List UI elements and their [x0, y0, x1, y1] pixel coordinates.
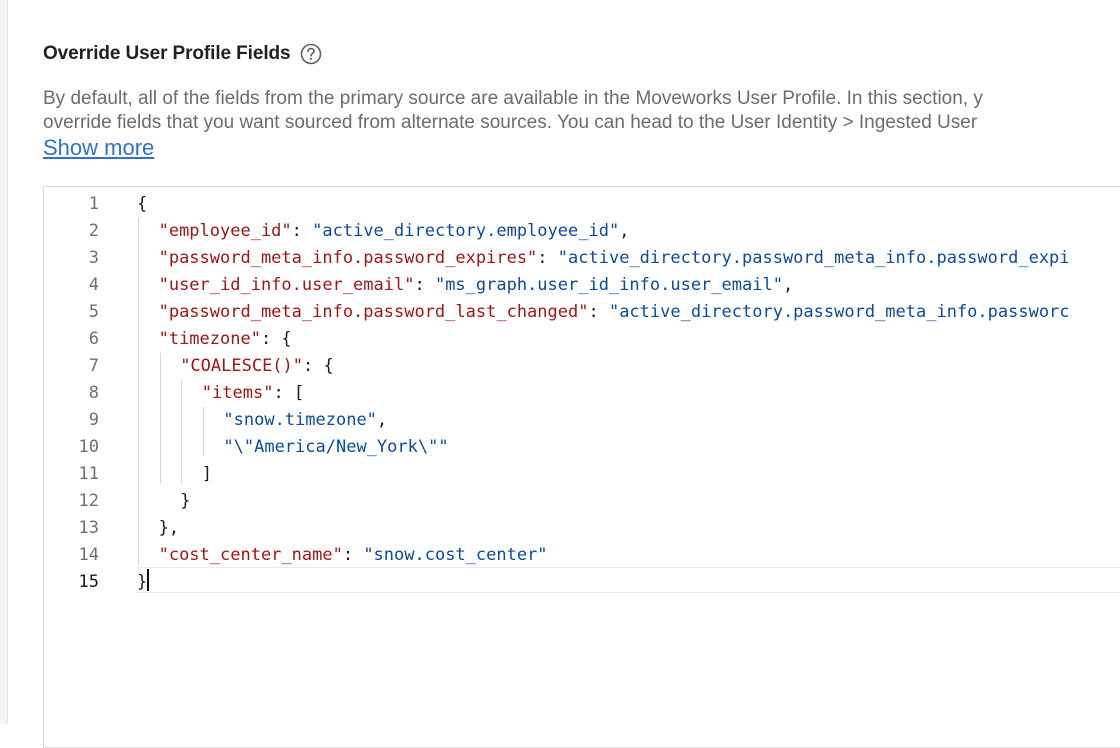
code-content: } — [137, 569, 147, 596]
json-string-token: "ms_graph.user_id_info.user_email" — [434, 275, 783, 295]
json-key-token: "COALESCE()" — [180, 356, 304, 376]
code-line[interactable]: 13}, — [44, 515, 1120, 542]
code-line[interactable]: 9 "snow.timezone", — [44, 407, 1120, 434]
code-line[interactable]: 6 "timezone": { — [44, 326, 1120, 353]
json-key-token: "items" — [201, 383, 274, 403]
code-line[interactable]: 1{ — [44, 191, 1120, 218]
code-line[interactable]: 3 "password_meta_info.password_expires": … — [44, 245, 1120, 272]
line-number: 10 — [78, 437, 99, 457]
line-number: 1 — [88, 194, 99, 214]
json-punctuation-token: : { — [260, 329, 292, 349]
code-content: "items": [ — [202, 380, 304, 407]
code-line[interactable]: 5 "password_meta_info.password_last_chang… — [44, 299, 1120, 326]
section-description: By default, all of the fields from the p… — [43, 87, 1120, 135]
question-circle-icon[interactable] — [300, 43, 322, 65]
json-punctuation-token: ] — [201, 464, 213, 484]
json-string-token: "active_directory.password_meta_info.pas… — [608, 302, 1070, 322]
line-number: 5 — [88, 302, 99, 322]
description-line-1: By default, all of the fields from the p… — [43, 88, 983, 109]
line-number: 12 — [78, 491, 99, 511]
code-content: ] — [202, 461, 212, 488]
code-content: "employee_id": "active_directory.employe… — [159, 218, 630, 245]
json-punctuation-token: : [ — [273, 383, 305, 403]
json-punctuation-token: } — [180, 491, 191, 511]
code-line[interactable]: 15} — [44, 569, 1120, 596]
json-punctuation-token: : — [414, 275, 435, 295]
section-title: Override User Profile Fields — [43, 43, 291, 64]
json-punctuation-token: , — [619, 221, 630, 241]
show-more-link[interactable]: Show more — [43, 134, 154, 162]
code-line[interactable]: 14 "cost_center_name": "snow.cost_center" — [44, 542, 1120, 569]
json-key-token: "timezone" — [158, 329, 261, 349]
code-content: } — [180, 488, 190, 515]
code-content: "password_meta_info.password_expires": "… — [159, 245, 1070, 272]
code-content: }, — [159, 515, 179, 542]
json-punctuation-token: } — [137, 572, 148, 592]
code-line[interactable]: 4 "user_id_info.user_email": "ms_graph.us… — [44, 272, 1120, 299]
code-line[interactable]: 2 "employee_id": "active_directory.employ… — [44, 218, 1120, 245]
code-content: "\"America/New_York\"" — [223, 434, 448, 461]
json-key-token: "user_id_info.user_email" — [158, 275, 415, 295]
line-number: 8 — [88, 383, 99, 403]
left-sidebar-edge — [0, 0, 8, 724]
code-line[interactable]: 8 "items": [ — [44, 380, 1120, 407]
line-number: 4 — [88, 275, 99, 295]
json-code-editor[interactable]: 1{2 "employee_id": "active_directory.empl… — [43, 186, 1120, 748]
json-punctuation-token: : — [291, 221, 313, 241]
json-punctuation-token: : — [342, 545, 364, 565]
override-user-profile-section: Override User Profile Fields By default,… — [43, 0, 1120, 748]
code-content: "cost_center_name": "snow.cost_center" — [159, 542, 548, 569]
line-number: 9 — [88, 410, 99, 430]
json-string-token: "snow.timezone" — [223, 410, 377, 430]
json-punctuation-token: : { — [303, 356, 334, 376]
section-header: Override User Profile Fields — [43, 43, 322, 65]
json-string-token: "active_directory.employee_id" — [312, 221, 620, 241]
code-content: "COALESCE()": { — [180, 353, 334, 380]
json-string-token: "snow.cost_center" — [363, 545, 548, 565]
code-line[interactable]: 12} — [44, 488, 1120, 515]
code-content: "user_id_info.user_email": "ms_graph.use… — [159, 272, 794, 299]
line-number: 11 — [78, 464, 99, 484]
json-punctuation-token: : — [537, 248, 558, 268]
code-content: { — [137, 191, 147, 218]
line-number: 14 — [78, 545, 99, 565]
json-key-token: "password_meta_info.password_expires" — [158, 248, 538, 268]
code-line[interactable]: 7 "COALESCE()": { — [44, 353, 1120, 380]
line-number: 6 — [88, 329, 99, 349]
line-number: 7 — [88, 356, 99, 376]
json-punctuation-token: : — [588, 302, 609, 322]
line-number: 13 — [78, 518, 99, 538]
line-number: 3 — [88, 248, 99, 268]
json-punctuation-token: }, — [158, 518, 180, 538]
json-string-token: "\"America/New_York\"" — [223, 437, 449, 457]
json-punctuation-token: { — [137, 194, 148, 214]
line-number: 15 — [78, 572, 99, 592]
json-key-token: "cost_center_name" — [158, 545, 343, 565]
json-key-token: "password_meta_info.password_last_change… — [158, 302, 589, 322]
code-line[interactable]: 11] — [44, 461, 1120, 488]
description-line-2: override fields that you want sourced fr… — [43, 112, 978, 133]
code-content: "password_meta_info.password_last_change… — [159, 299, 1070, 326]
code-content: "snow.timezone", — [223, 407, 387, 434]
line-number: 2 — [88, 221, 99, 241]
code-line[interactable]: 10 "\"America/New_York\"" — [44, 434, 1120, 461]
text-cursor — [147, 569, 149, 591]
json-punctuation-token: , — [376, 410, 388, 430]
json-key-token: "employee_id" — [158, 221, 292, 241]
json-punctuation-token: , — [782, 275, 794, 295]
json-string-token: "active_directory.password_meta_info.pas… — [557, 248, 1070, 268]
code-content: "timezone": { — [159, 326, 292, 353]
